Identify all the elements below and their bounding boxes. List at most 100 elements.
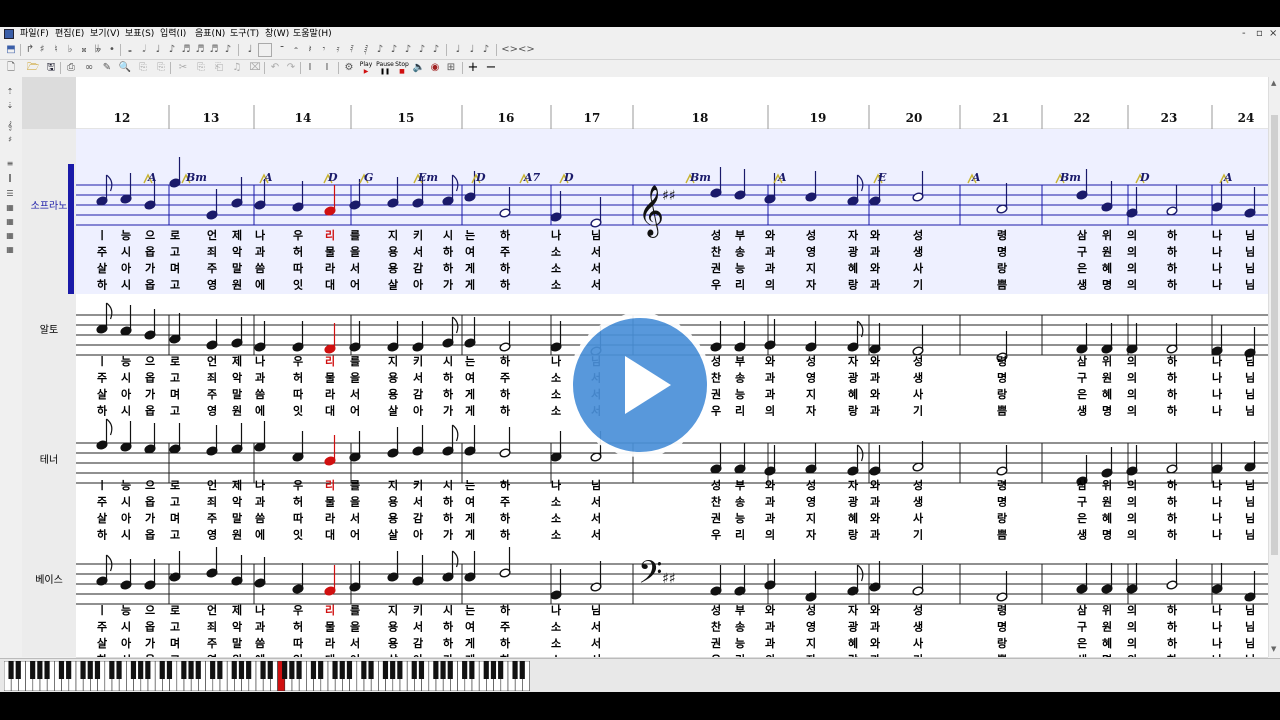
menu-edit[interactable]: 편집(E) <box>55 27 84 41</box>
text-cursor-icon[interactable]: I <box>304 61 316 75</box>
print-preview-icon[interactable]: ⎘ <box>136 61 150 75</box>
wizard-icon[interactable]: ✎ <box>100 61 114 75</box>
fermata-icon[interactable]: ♪ <box>388 43 400 57</box>
piano-black-key[interactable] <box>382 661 389 679</box>
note-erase-icon[interactable]: ↱ <box>24 43 36 57</box>
sixty-fourth-note-icon[interactable]: ♬ <box>208 43 220 57</box>
tie-icon[interactable]: ♩ <box>244 43 256 57</box>
clef-tool-icon[interactable]: 𝄞 <box>3 121 17 131</box>
tenuto-icon[interactable]: ♪ <box>430 43 442 57</box>
piano-black-key[interactable] <box>447 661 453 679</box>
lyric-tool-icon[interactable]: Ⅰ <box>320 61 334 75</box>
piano-black-key[interactable] <box>37 661 43 679</box>
eighth-rest-icon[interactable]: 𝄾 <box>318 43 330 57</box>
mixer-icon[interactable]: ⊞ <box>444 61 458 75</box>
stem-down-icon[interactable]: ♩ <box>466 43 478 57</box>
glasses-icon[interactable]: ∞ <box>82 61 96 75</box>
metronome-icon[interactable]: ⚙ <box>342 61 356 75</box>
key-tool-icon[interactable]: ♯ <box>3 135 17 145</box>
hairpin-icon[interactable]: <><> <box>500 43 536 57</box>
zoom-out-icon[interactable]: − <box>484 61 498 75</box>
triplet-icon[interactable]: ♪ <box>374 43 386 57</box>
page-setup-icon[interactable]: ⎘ <box>154 61 168 75</box>
piano-black-key[interactable] <box>462 661 468 679</box>
new-file-icon[interactable]: 🗋 <box>4 61 18 75</box>
piano-black-key[interactable] <box>159 661 165 679</box>
piano-black-key[interactable] <box>498 661 504 679</box>
double-sharp-icon[interactable]: 𝄪 <box>78 43 90 57</box>
piano-black-key[interactable] <box>188 661 194 679</box>
menu-staff[interactable]: 보표(S) <box>125 27 154 41</box>
zoom-icon[interactable]: 🔍 <box>118 61 132 75</box>
piano-black-key[interactable] <box>210 661 216 679</box>
pause-button[interactable]: Pause ❚❚ <box>376 61 394 75</box>
speaker-icon[interactable]: 🔈 <box>412 61 426 75</box>
piano-black-key[interactable] <box>195 661 201 679</box>
piano-black-key[interactable] <box>260 661 266 679</box>
piano-black-key[interactable] <box>181 661 187 679</box>
natural-icon[interactable]: ♮ <box>50 43 62 57</box>
sixteenth-note-icon[interactable]: ♬ <box>180 43 192 57</box>
piano-black-key[interactable] <box>44 661 50 679</box>
piano-black-key[interactable] <box>66 661 72 679</box>
part-label-alto[interactable]: 알토 <box>22 321 76 336</box>
piano-black-key[interactable] <box>411 661 417 679</box>
eighth-note-icon[interactable]: ♪ <box>166 43 178 57</box>
dot-icon[interactable]: • <box>106 43 118 57</box>
menu-note[interactable]: 음표(N) <box>195 27 225 41</box>
accent-icon[interactable]: ♪ <box>402 43 414 57</box>
delete-icon[interactable]: ⌧ <box>248 61 262 75</box>
paste-note-icon[interactable]: ♫ <box>230 61 244 75</box>
piano-black-key[interactable] <box>368 661 374 679</box>
quarter-rest-icon[interactable]: 𝄽 <box>304 43 316 57</box>
whole-rest-icon[interactable]: 𝄻 <box>276 43 288 57</box>
piano-black-key[interactable] <box>130 661 137 679</box>
restore-icon[interactable]: ▫ <box>1256 27 1263 41</box>
double-flat-icon[interactable]: 𝄫 <box>92 43 104 57</box>
piano-black-key[interactable] <box>30 661 36 679</box>
piano-black-key[interactable] <box>246 661 252 679</box>
play-button[interactable]: Play ▶ <box>358 61 374 75</box>
part-label-soprano[interactable]: 소프라노 <box>22 197 76 212</box>
piano-black-key[interactable] <box>80 661 86 679</box>
piano-black-key[interactable] <box>8 661 14 679</box>
piano-black-key[interactable] <box>512 661 518 679</box>
select-tool-icon[interactable]: ⬒ <box>4 43 18 57</box>
grid3-tool-icon[interactable]: ▦ <box>3 231 17 241</box>
print-icon[interactable]: ⎙ <box>64 61 78 75</box>
piano-black-key[interactable] <box>318 661 324 679</box>
menu-help[interactable]: 도움말(H) <box>293 27 332 41</box>
video-play-button[interactable] <box>568 313 712 457</box>
barline-tool-icon[interactable]: ‖ <box>3 173 17 183</box>
half-note-icon[interactable]: 𝅗𝅥 <box>138 43 150 57</box>
piano-black-key[interactable] <box>238 661 245 679</box>
undo-icon[interactable]: ↶ <box>268 61 282 75</box>
stem-up-icon[interactable]: ♩ <box>452 43 464 57</box>
piano-keyboard[interactable] <box>4 661 534 691</box>
staff-down-icon[interactable]: ⇣ <box>3 101 17 111</box>
thirty-second-note-icon[interactable]: ♬ <box>194 43 206 57</box>
stop-button[interactable]: Stop ■ <box>394 61 410 75</box>
scroll-down-icon[interactable]: ▼ <box>1271 645 1276 653</box>
piano-black-key[interactable] <box>282 661 288 679</box>
piano-black-key[interactable] <box>469 661 475 679</box>
flat-icon[interactable]: ♭ <box>64 43 76 57</box>
measure-tool-icon[interactable]: ≡ <box>3 159 17 169</box>
piano-black-key[interactable] <box>339 661 345 679</box>
piano-black-key[interactable] <box>166 661 173 679</box>
piano-black-key[interactable] <box>15 661 21 679</box>
half-rest-icon[interactable]: 𝄼 <box>290 43 302 57</box>
vertical-scrollbar[interactable]: ▲ ▼ <box>1268 77 1280 657</box>
grid4-tool-icon[interactable]: ▦ <box>3 245 17 255</box>
piano-black-key[interactable] <box>116 661 122 679</box>
thirty-second-rest-icon[interactable]: 𝅀 <box>346 43 358 57</box>
rest-box-icon[interactable] <box>258 43 272 57</box>
minimize-icon[interactable]: - <box>1242 27 1246 41</box>
zoom-in-icon[interactable]: + <box>466 61 480 75</box>
piano-black-key[interactable] <box>217 661 223 679</box>
staccato-icon[interactable]: ♪ <box>416 43 428 57</box>
menu-window[interactable]: 창(W) <box>265 27 289 41</box>
sixty-fourth-rest-icon[interactable]: 𝅁 <box>360 43 372 57</box>
piano-black-key[interactable] <box>490 661 497 679</box>
piano-black-key[interactable] <box>483 661 489 679</box>
